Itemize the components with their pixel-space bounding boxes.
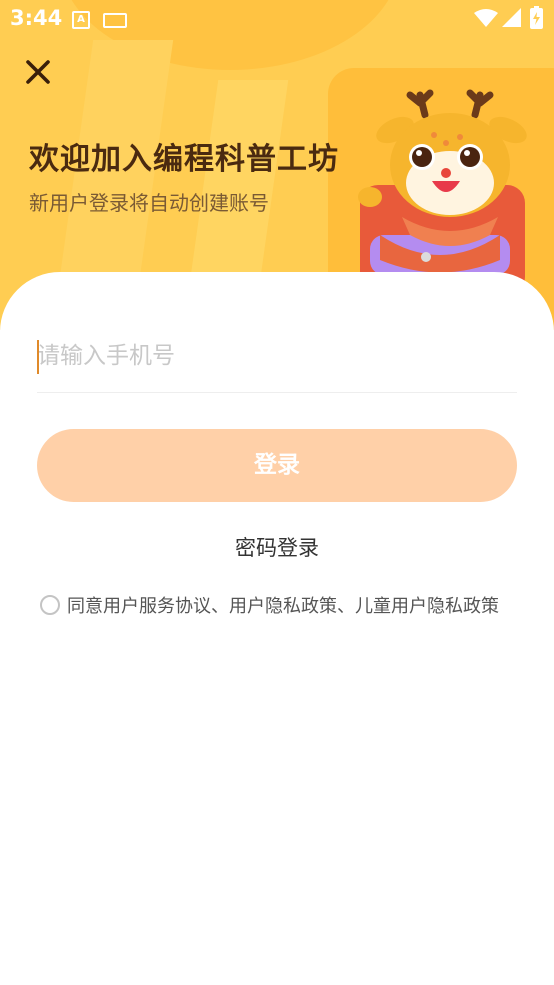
- password-login-link[interactable]: 密码登录: [235, 536, 319, 560]
- phone-field: [37, 330, 517, 393]
- keyboard-icon: [103, 13, 127, 28]
- agreement-row: 同意用户服务协议、用户隐私政策、儿童用户隐私政策: [40, 592, 499, 618]
- user-service-agreement-link[interactable]: 用户服务协议: [103, 596, 211, 617]
- agreement-prefix: 同意: [67, 596, 103, 617]
- a-notification-icon: A: [72, 11, 90, 29]
- deer-mascot-illustration: [358, 89, 527, 285]
- status-bar: 3:44 A: [0, 0, 554, 38]
- user-privacy-policy-link[interactable]: 用户隐私政策: [229, 596, 337, 617]
- page-title: 欢迎加入编程科普工坊: [29, 142, 339, 177]
- close-icon: [26, 60, 50, 84]
- status-time: 3:44: [10, 6, 63, 30]
- agreement-separator: 、: [337, 596, 355, 617]
- signal-icon: [502, 8, 521, 27]
- wifi-icon: [474, 9, 498, 27]
- agreement-text: 同意用户服务协议、用户隐私政策、儿童用户隐私政策: [67, 592, 499, 618]
- child-privacy-policy-link[interactable]: 儿童用户隐私政策: [355, 596, 499, 617]
- page-subtitle: 新用户登录将自动创建账号: [29, 191, 269, 215]
- close-button[interactable]: [22, 56, 54, 88]
- agreement-separator: 、: [211, 596, 229, 617]
- text-cursor: [37, 340, 39, 374]
- battery-charging-icon: [530, 6, 543, 29]
- login-button[interactable]: 登录: [37, 429, 517, 502]
- password-login-row: 密码登录: [0, 532, 554, 562]
- agreement-radio[interactable]: [40, 595, 60, 615]
- phone-input[interactable]: [37, 336, 517, 376]
